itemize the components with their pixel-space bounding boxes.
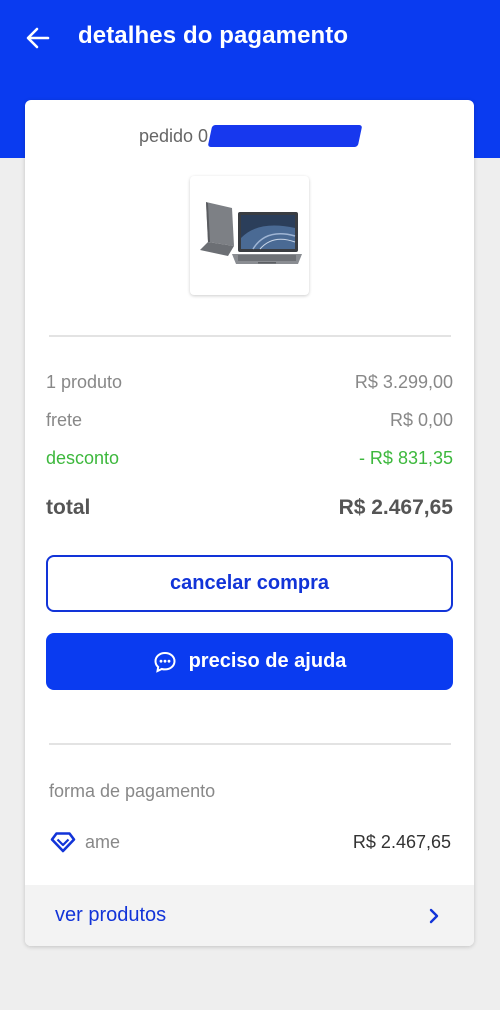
payment-amount: R$ 2.467,65: [352, 831, 451, 852]
ame-heart-icon: [50, 832, 76, 853]
total-label: total: [46, 496, 91, 519]
divider: [49, 335, 451, 337]
summary-row-shipping: frete R$ 0,00: [46, 410, 453, 431]
arrow-left-icon: [26, 27, 50, 49]
redaction-mark: [207, 125, 363, 147]
chevron-right-icon: [429, 908, 439, 923]
summary-row-products: 1 produto R$ 3.299,00: [46, 372, 453, 393]
products-label: 1 produto: [46, 372, 123, 392]
cancel-purchase-label: cancelar compra: [170, 572, 329, 594]
products-value: R$ 3.299,00: [354, 372, 453, 392]
order-label: pedido 0: [138, 126, 209, 146]
laptop-image: [199, 201, 302, 264]
help-label: preciso de ajuda: [188, 650, 347, 672]
payment-section-label: forma de pagamento: [49, 781, 216, 801]
payment-details-card: pedido 0 1 produto R$ 3.299,00 frete R$ …: [25, 100, 474, 946]
view-products-link[interactable]: ver produtos: [25, 885, 474, 946]
total-value: R$ 2.467,65: [338, 496, 453, 519]
chat-bubble-icon: [154, 651, 176, 673]
payment-method-row: ame R$ 2.467,65: [49, 829, 451, 855]
help-button[interactable]: preciso de ajuda: [46, 633, 453, 690]
view-products-label: ver produtos: [55, 904, 167, 926]
payment-method-name: ame: [85, 831, 121, 852]
discount-value: - R$ 831,35: [358, 448, 453, 468]
summary-row-total: total R$ 2.467,65: [46, 496, 453, 520]
shipping-label: frete: [46, 410, 83, 430]
cancel-purchase-button[interactable]: cancelar compra: [46, 555, 453, 612]
shipping-value: R$ 0,00: [389, 410, 453, 430]
back-button[interactable]: [18, 20, 58, 56]
discount-label: desconto: [46, 448, 120, 468]
page-title: detalhes do pagamento: [78, 22, 349, 49]
divider: [49, 743, 451, 745]
product-thumbnail[interactable]: [190, 176, 309, 295]
order-number: pedido 0: [25, 125, 474, 147]
summary-row-discount: desconto - R$ 831,35: [46, 448, 453, 469]
